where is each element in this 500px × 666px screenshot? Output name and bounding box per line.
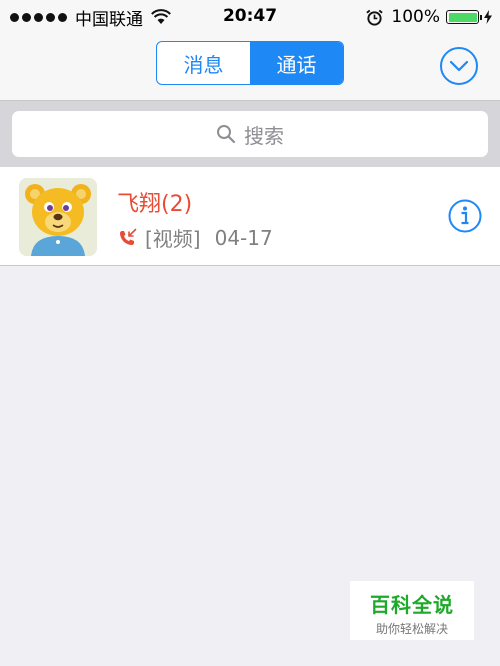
alarm-icon [366,9,384,26]
watermark-logo: 百科全说 助你轻松解决 [350,581,474,640]
call-list-item[interactable]: 飞翔(2) [视频] 04-17 [0,167,500,266]
segmented-control: 消息 通话 [156,41,344,85]
battery-fill [448,12,477,22]
chevron-down-circle-icon[interactable] [440,47,478,85]
search-placeholder: 搜索 [244,123,284,148]
missed-call-icon [120,228,137,245]
search-bar: 搜索 [0,101,500,167]
charging-bolt-icon [484,10,492,24]
status-bar: 中国联通 20:47 100% [0,0,500,34]
watermark-subtitle: 助你轻松解决 [375,622,448,636]
nav-bar: 消息 通话 [0,34,500,101]
watermark-title: 百科全说 [370,593,454,617]
call-detail: [视频] 04-17 [117,223,273,252]
call-type: [视频] [145,227,201,251]
search-icon [217,125,236,144]
contact-name: 飞翔(2) [117,192,193,217]
tab-messages[interactable]: 消息 [157,42,250,84]
bear-avatar [19,178,97,256]
battery-icon [446,10,482,24]
tab-calls[interactable]: 通话 [250,42,343,84]
info-icon[interactable] [448,199,482,233]
battery-percent: 100% [391,7,440,27]
call-date: 04-17 [214,225,273,250]
status-right: 100% [366,6,492,28]
search-input[interactable]: 搜索 [12,111,488,157]
